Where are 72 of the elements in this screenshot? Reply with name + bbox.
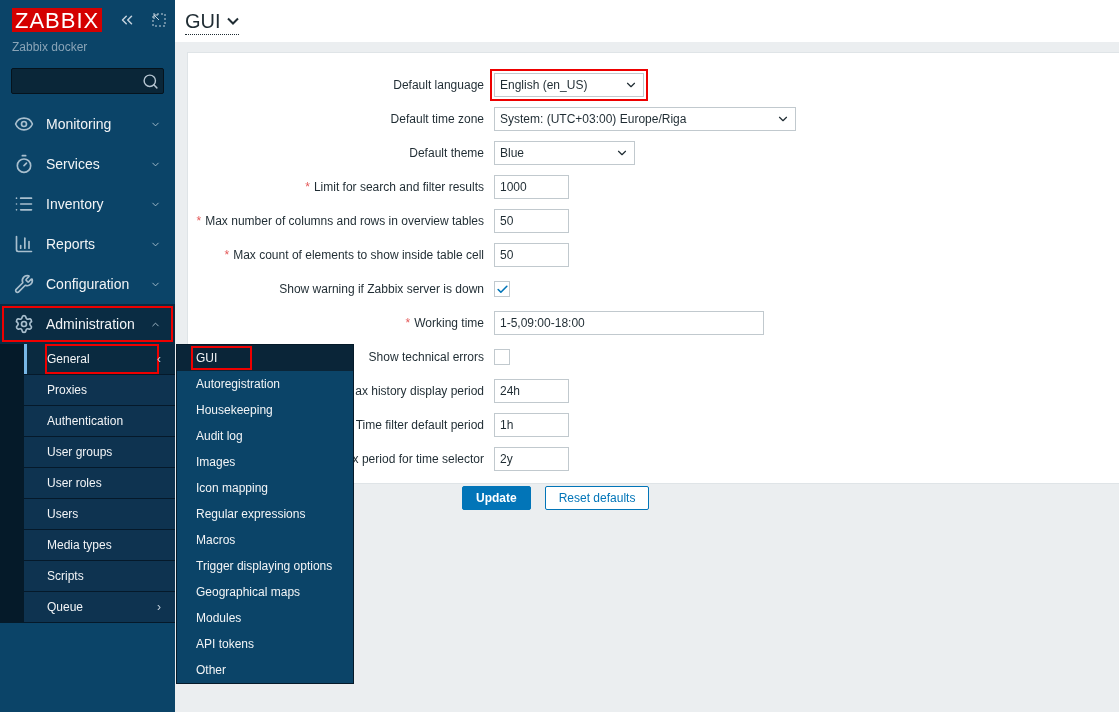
field-label: Default language — [393, 78, 484, 92]
menu-item[interactable]: Configuration — [0, 264, 175, 304]
flyout-item[interactable]: Icon mapping — [177, 475, 353, 501]
field-label: ax history display period — [355, 384, 484, 398]
menu-item[interactable]: Services — [0, 144, 175, 184]
field-label: Show warning if Zabbix server is down — [279, 282, 484, 296]
field-label: Max count of elements to show inside table cell — [233, 248, 484, 262]
field-label: Show technical errors — [368, 350, 484, 364]
page-title[interactable]: GUI — [185, 7, 239, 35]
flyout-item[interactable]: Macros — [177, 527, 353, 553]
expand-icon[interactable] — [152, 13, 167, 27]
flyout-item[interactable]: Autoregistration — [177, 371, 353, 397]
submenu-item[interactable]: General ‹ — [24, 344, 175, 375]
flyout-item[interactable]: Housekeeping — [177, 397, 353, 423]
input-field[interactable]: 50 — [494, 243, 569, 267]
search-icon[interactable] — [142, 72, 159, 90]
arrow-glyph: › — [157, 600, 161, 614]
required-mark: * — [305, 180, 310, 194]
reset-button[interactable]: Reset defaults — [544, 486, 650, 510]
menu-item[interactable]: Administration — [0, 304, 175, 344]
submenu-item[interactable]: Scripts — [24, 561, 175, 592]
flyout-item[interactable]: Geographical maps — [177, 579, 353, 605]
required-mark: * — [405, 316, 411, 330]
submenu-item[interactable]: Media types — [24, 530, 175, 561]
flyout-item[interactable]: Images — [177, 449, 353, 475]
search-field[interactable] — [11, 68, 164, 94]
flyout-item[interactable]: Modules — [177, 605, 353, 631]
flyout-item[interactable]: Trigger displaying options — [177, 553, 353, 579]
flyout-item[interactable]: Other — [177, 657, 353, 683]
input-field[interactable]: 1-5,09:00-18:00 — [494, 311, 764, 335]
flyout-item[interactable]: API tokens — [177, 631, 353, 657]
field-label: Time filter default period — [355, 418, 484, 432]
submenu-item[interactable]: Proxies — [24, 375, 175, 406]
list-icon — [14, 194, 34, 214]
field-label: Working time — [414, 316, 484, 330]
menu-item[interactable]: Monitoring — [0, 104, 175, 144]
stopwatch-icon — [14, 154, 34, 174]
update-button[interactable]: Update — [462, 486, 531, 510]
input-field[interactable]: 50 — [494, 209, 569, 233]
wrench-icon — [14, 274, 34, 294]
required-mark: * — [196, 214, 202, 228]
select-field[interactable]: English (en_US) — [494, 73, 644, 97]
input-field[interactable]: 24h — [494, 379, 569, 403]
zabbix-logo: ZABBIX — [12, 8, 103, 32]
input-field[interactable]: 2y — [494, 447, 569, 471]
checkbox[interactable] — [494, 349, 510, 365]
submenu-item[interactable]: Queue › — [24, 592, 175, 623]
input-field[interactable]: 1000 — [494, 175, 569, 199]
select-field[interactable]: Blue — [494, 141, 635, 165]
settings-icon — [14, 314, 34, 334]
chevron-down-icon — [226, 16, 239, 25]
submenu-item[interactable]: Users — [24, 499, 175, 530]
field-label: Max number of columns and rows in overview tables — [205, 214, 484, 228]
field-label: Limit for search and filter results — [313, 180, 484, 194]
eye-icon — [14, 114, 34, 134]
submenu-item[interactable]: User groups — [24, 437, 175, 468]
flyout-item[interactable]: GUI — [177, 345, 353, 371]
arrow-glyph: ‹ — [157, 352, 161, 366]
flyout-item[interactable]: Audit log — [177, 423, 353, 449]
bar-chart-icon — [14, 234, 34, 254]
flyout-item[interactable]: Regular expressions — [177, 501, 353, 527]
menu-item[interactable]: Inventory — [0, 184, 175, 224]
submenu-item[interactable]: User roles — [24, 468, 175, 499]
input-field[interactable]: 1h — [494, 413, 569, 437]
submenu-item[interactable]: Authentication — [24, 406, 175, 437]
server-name: Zabbix docker — [11, 39, 89, 54]
menu-item[interactable]: Reports — [0, 224, 175, 264]
required-mark: * — [224, 248, 230, 262]
field-label: Default theme — [409, 146, 484, 160]
checkbox[interactable] — [494, 281, 510, 297]
field-label: Default time zone — [390, 112, 484, 126]
select-field[interactable]: System: (UTC+03:00) Europe/Riga — [494, 107, 796, 131]
